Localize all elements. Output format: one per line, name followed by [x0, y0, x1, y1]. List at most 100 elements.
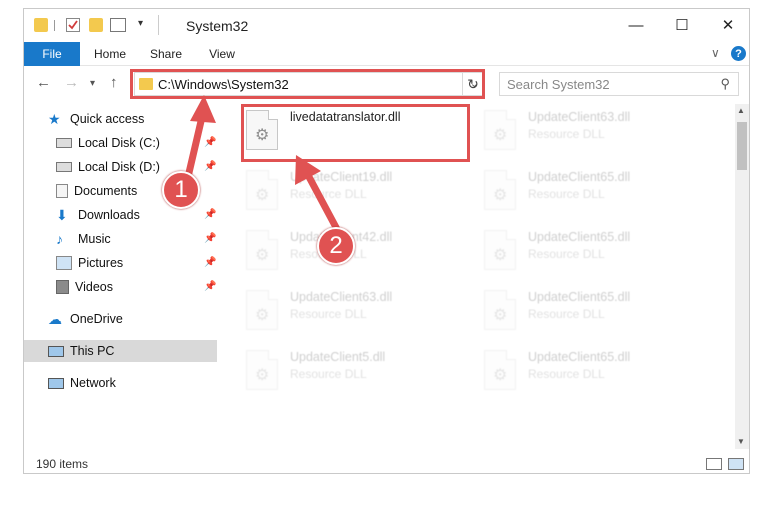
sidebar-item-label: Network — [70, 376, 116, 390]
file-item[interactable]: ⚙ UpdateClient65.dll Resource DLL — [480, 286, 710, 342]
pin-icon[interactable]: 📌 — [204, 161, 216, 172]
file-name: UpdateClient65.dll — [528, 230, 631, 244]
tab-share[interactable]: Share — [144, 42, 188, 66]
star-icon: ★ — [48, 111, 61, 127]
folder-icon — [34, 18, 48, 32]
ribbon-tabs: File Home Share View ∨ ? — [24, 42, 749, 66]
sidebar-item-label: Videos — [75, 280, 113, 294]
sidebar-item-documents[interactable]: Documents — [56, 180, 137, 202]
sidebar-item-network[interactable]: Network — [48, 372, 116, 394]
videos-icon — [56, 280, 69, 294]
search-input[interactable]: Search System32 — [507, 77, 610, 92]
download-icon: ⬇ — [56, 207, 68, 223]
separator — [158, 15, 159, 35]
sidebar-item-downloads[interactable]: ⬇ Downloads — [56, 204, 140, 226]
file-item[interactable]: ⚙ UpdateClient65.dll Resource DLL — [480, 226, 710, 282]
file-item[interactable]: ⚙ UpdateClient63.dll Resource DLL — [242, 286, 472, 342]
sidebar-item-label: Local Disk (C:) — [78, 136, 160, 150]
close-button[interactable]: ✕ — [705, 9, 751, 41]
tab-home[interactable]: Home — [88, 42, 132, 66]
file-name: UpdateClient65.dll — [528, 290, 631, 304]
recent-locations-icon[interactable]: ▾ — [90, 78, 95, 89]
file-item[interactable]: ⚙ UpdateClient42.dll Resource DLL — [242, 226, 472, 282]
file-name: UpdateClient65.dll — [528, 170, 631, 184]
up-arrow-icon[interactable]: ↑ — [110, 74, 118, 91]
close-icon: ✕ — [721, 17, 735, 34]
sidebar-item-videos[interactable]: Videos — [56, 276, 113, 298]
scrollbar-thumb[interactable] — [737, 122, 747, 170]
help-icon[interactable]: ? — [731, 46, 746, 61]
pin-icon[interactable]: 📌 — [204, 233, 216, 244]
new-folder-icon[interactable] — [89, 18, 103, 32]
details-view-icon[interactable] — [706, 458, 722, 470]
window-title: System32 — [186, 18, 249, 34]
step-1-badge: 1 — [162, 171, 200, 209]
scroll-down-icon[interactable]: ▼ — [737, 437, 745, 446]
gear-icon: ⚙ — [493, 247, 508, 264]
sidebar-item-quick-access[interactable]: ★ Quick access — [48, 108, 144, 130]
vertical-scrollbar[interactable]: ▲ ▼ — [735, 104, 749, 449]
sidebar-item-label: Quick access — [70, 112, 145, 126]
item-count: 190 items — [36, 457, 89, 471]
gear-icon: ⚙ — [255, 187, 270, 204]
sidebar-item-music[interactable]: ♪ Music — [56, 228, 111, 250]
expand-ribbon-icon[interactable]: ∨ — [711, 46, 720, 60]
pin-icon[interactable]: 📌 — [204, 257, 216, 268]
pictures-icon — [56, 256, 72, 270]
maximize-icon: ☐ — [675, 17, 689, 34]
cloud-icon: ☁ — [48, 311, 62, 327]
minimize-button[interactable]: — — [613, 9, 659, 41]
dll-file-icon: ⚙ — [484, 110, 516, 150]
sidebar-item-pictures[interactable]: Pictures — [56, 252, 123, 274]
file-item[interactable]: ⚙ UpdateClient65.dll Resource DLL — [480, 166, 710, 222]
customize-quick-access-icon[interactable]: ▾ — [138, 18, 143, 29]
pin-icon[interactable]: 📌 — [204, 137, 216, 148]
file-type: Resource DLL — [528, 247, 605, 261]
sidebar-item-this-pc[interactable]: This PC — [24, 340, 217, 362]
pin-icon[interactable]: 📌 — [204, 281, 216, 292]
sidebar-item-label: Documents — [74, 184, 138, 198]
file-type: Resource DLL — [290, 307, 367, 321]
back-arrow-icon[interactable]: ← — [36, 74, 51, 91]
sidebar-item-label: OneDrive — [70, 312, 123, 326]
forward-arrow-icon[interactable]: → — [64, 74, 79, 91]
sidebar-item-local-disk-d[interactable]: Local Disk (D:) — [56, 156, 160, 178]
minimize-icon: — — [628, 16, 644, 34]
network-icon — [48, 377, 64, 389]
scroll-up-icon[interactable]: ▲ — [737, 106, 745, 115]
step-2-badge: 2 — [317, 227, 355, 265]
view-options-icon[interactable] — [110, 18, 126, 32]
sidebar-item-onedrive[interactable]: ☁ OneDrive — [48, 308, 123, 330]
search-icon[interactable]: ⚲ — [720, 76, 730, 92]
sidebar-item-label: Music — [78, 232, 111, 246]
file-type: Resource DLL — [528, 127, 605, 141]
file-type: Resource DLL — [290, 367, 367, 381]
file-name: UpdateClient63.dll — [290, 290, 393, 304]
file-highlight-box — [241, 104, 470, 162]
properties-icon[interactable] — [66, 18, 80, 32]
tab-file[interactable]: File — [24, 42, 80, 66]
file-type: Resource DLL — [290, 187, 367, 201]
file-name: UpdateClient5.dll — [290, 350, 386, 364]
pin-icon[interactable]: 📌 — [204, 209, 216, 220]
file-item[interactable]: ⚙ UpdateClient5.dll Resource DLL — [242, 346, 472, 402]
gear-icon: ⚙ — [255, 367, 270, 384]
file-item[interactable]: ⚙ UpdateClient65.dll Resource DLL — [480, 346, 710, 402]
gear-icon: ⚙ — [493, 187, 508, 204]
gear-icon: ⚙ — [255, 247, 270, 264]
dll-file-icon: ⚙ — [484, 170, 516, 210]
file-type: Resource DLL — [528, 187, 605, 201]
file-name: UpdateClient65.dll — [528, 350, 631, 364]
dll-file-icon: ⚙ — [484, 290, 516, 330]
file-item[interactable]: ⚙ UpdateClient19.dll Resource DLL — [242, 166, 472, 222]
drive-icon — [56, 138, 72, 148]
maximize-button[interactable]: ☐ — [659, 9, 705, 41]
sidebar-item-local-disk-c[interactable]: Local Disk (C:) — [56, 132, 160, 154]
music-icon: ♪ — [56, 231, 63, 247]
search-box[interactable]: Search System32 ⚲ — [499, 72, 739, 96]
dll-file-icon: ⚙ — [246, 230, 278, 270]
tab-view[interactable]: View — [200, 42, 244, 66]
file-item[interactable]: ⚙ UpdateClient63.dll Resource DLL — [480, 106, 710, 162]
file-type: Resource DLL — [528, 307, 605, 321]
large-icons-view-icon[interactable] — [728, 458, 744, 470]
